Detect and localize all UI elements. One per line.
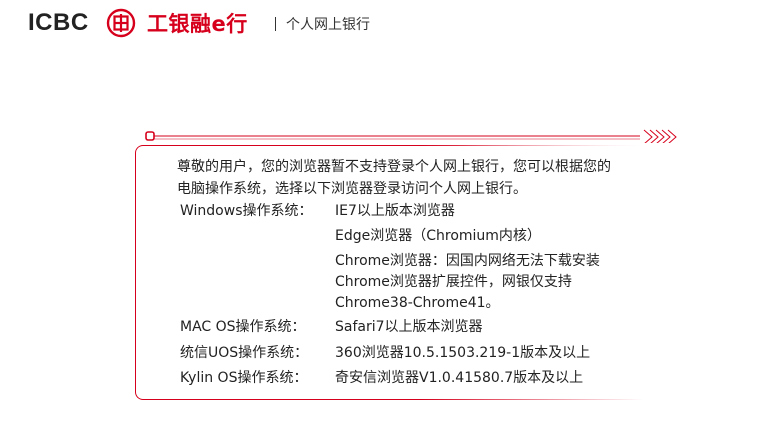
icbc-logo-text: ICBC [28, 9, 89, 36]
header: ICBC 工银融e行 个人网上银行 [0, 0, 770, 48]
uos-label: 统信UOS操作系统： [180, 345, 309, 361]
mac-label: MAC OS操作系统： [180, 319, 306, 335]
card-fade-bottom [420, 397, 700, 401]
intro-line-2: 电脑操作系统，选择以下浏览器登录访问个人网上银行。 [177, 181, 527, 197]
intro-line-1: 尊敬的用户，您的浏览器暂不支持登录个人网上银行，您可以根据您的 [177, 159, 611, 175]
windows-value-2: Edge浏览器（Chromium内核） [335, 228, 541, 244]
kylin-label: Kylin OS操作系统： [180, 370, 308, 386]
logo-chinese-brand: 工银融e行 [147, 8, 248, 38]
windows-value-3: Chrome浏览器：因国内网络无法下载安装 [335, 253, 600, 269]
site-title: 个人网上银行 [286, 17, 370, 33]
header-divider [275, 17, 276, 31]
chevron-right-icon [643, 129, 677, 145]
kylin-value: 奇安信浏览器V1.0.41580.7版本及以上 [335, 370, 584, 386]
logo-cn-part-a: 工银融 [147, 12, 212, 36]
icbc-seal-icon [106, 8, 136, 38]
windows-label: Windows操作系统： [180, 203, 313, 219]
notice-intro: 尊敬的用户，您的浏览器暂不支持登录个人网上银行，您可以根据您的 电脑操作系统，选… [177, 156, 677, 200]
mac-value: Safari7以上版本浏览器 [335, 319, 483, 335]
logo-cn-part-b: e行 [211, 12, 248, 36]
card-fade-top [420, 143, 700, 147]
windows-value-5: Chrome38-Chrome41。 [335, 295, 500, 311]
uos-value: 360浏览器10.5.1503.219-1版本及以上 [335, 345, 591, 361]
windows-value-4: Chrome浏览器扩展控件，网银仅支持 [335, 274, 572, 290]
windows-value-1: IE7以上版本浏览器 [335, 203, 455, 219]
